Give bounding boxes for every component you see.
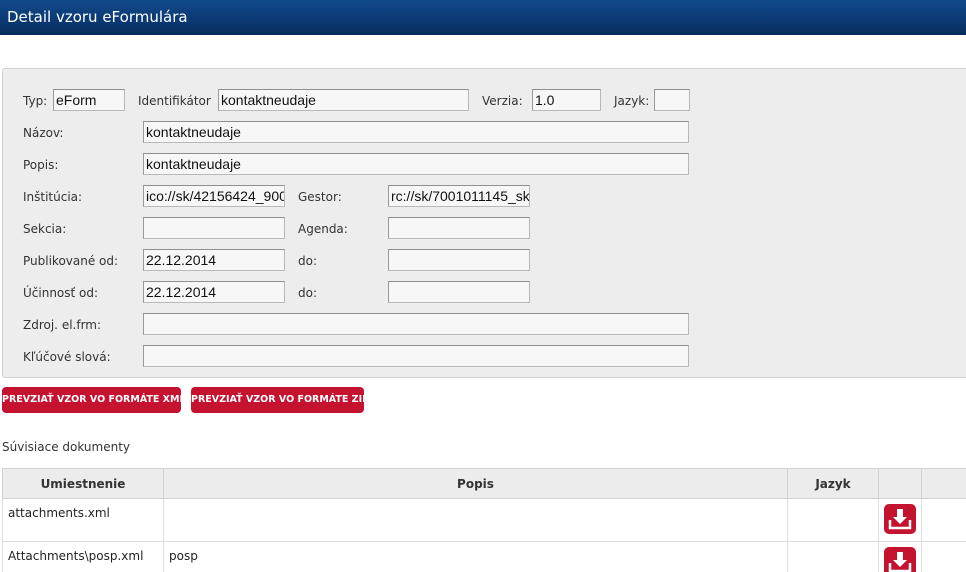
download-xml-button[interactable]: PREVZIAŤ VZOR VO FORMÁTE XML [2,387,186,413]
jazyk-field[interactable] [654,89,690,111]
publikovane-od-field[interactable]: 22.12.2014 [143,249,285,271]
sekcia-label: Sekcia: [23,222,67,236]
nazov-field[interactable]: kontaktneudaje [143,121,689,143]
cell-download [878,541,922,572]
ucinnost-od-field[interactable]: 22.12.2014 [143,281,285,303]
ucinnost-do-label: do: [298,286,318,300]
popis-field[interactable]: kontaktneudaje [143,153,689,175]
cell-jazyk [787,541,879,572]
column-header-umiestnenie[interactable]: Umiestnenie [2,468,164,499]
institucia-field[interactable]: ico://sk/42156424_9000 [143,185,285,207]
verzia-field[interactable]: 1.0 [532,89,601,111]
page-title: Detail vzoru eFormulára [0,0,966,35]
table-row: attachments.xml [2,498,966,542]
cell-jazyk [787,498,879,542]
agenda-label: Agenda: [298,222,348,236]
related-documents-table: Umiestnenie Popis Jazyk attachments.xml [2,468,966,572]
popis-label: Popis: [23,158,59,172]
publikovane-od-label: Publikované od: [23,254,119,268]
table-row: Attachments\posp.xml posp [2,541,966,572]
gestor-label: Gestor: [298,190,342,204]
typ-field[interactable]: eForm [53,89,125,111]
agenda-field[interactable] [388,217,530,239]
zdroj-field[interactable] [143,313,689,335]
cell-extra [921,498,966,542]
jazyk-label: Jazyk: [614,94,650,108]
download-zip-button[interactable]: PREVZIAŤ VZOR VO FORMÁTE ZIP [191,387,369,413]
typ-label: Typ: [23,94,48,108]
cell-download [878,498,922,542]
gestor-field[interactable]: rc://sk/7001011145_sku [388,185,530,207]
column-header-popis[interactable]: Popis [163,468,788,499]
identifikator-field[interactable]: kontaktneudaje [218,89,469,111]
cell-popis [163,498,788,542]
publikovane-do-label: do: [298,254,318,268]
klucove-label: Kľúčové slová: [23,350,111,364]
klucove-field[interactable] [143,345,689,367]
ucinnost-od-label: Účinnosť od: [23,286,99,300]
cell-popis: posp [163,541,788,572]
publikovane-do-field[interactable] [388,249,530,271]
column-header-extra [921,468,966,499]
sekcia-field[interactable] [143,217,285,239]
related-documents-title: Súvisiace dokumenty [2,440,131,454]
column-header-jazyk[interactable]: Jazyk [787,468,879,499]
cell-extra [921,541,966,572]
table-header-row: Umiestnenie Popis Jazyk [2,468,966,499]
download-icon[interactable] [884,504,916,534]
cell-umiestnenie: Attachments\posp.xml [2,541,164,572]
zdroj-label: Zdroj. el.frm: [23,318,102,332]
download-icon[interactable] [884,547,916,572]
column-header-action [878,468,922,499]
cell-umiestnenie: attachments.xml [2,498,164,542]
institucia-label: Inštitúcia: [23,190,83,204]
identifikator-label: Identifikátor [138,94,211,108]
nazov-label: Názov: [23,126,64,140]
verzia-label: Verzia: [482,94,523,108]
ucinnost-do-field[interactable] [388,281,530,303]
